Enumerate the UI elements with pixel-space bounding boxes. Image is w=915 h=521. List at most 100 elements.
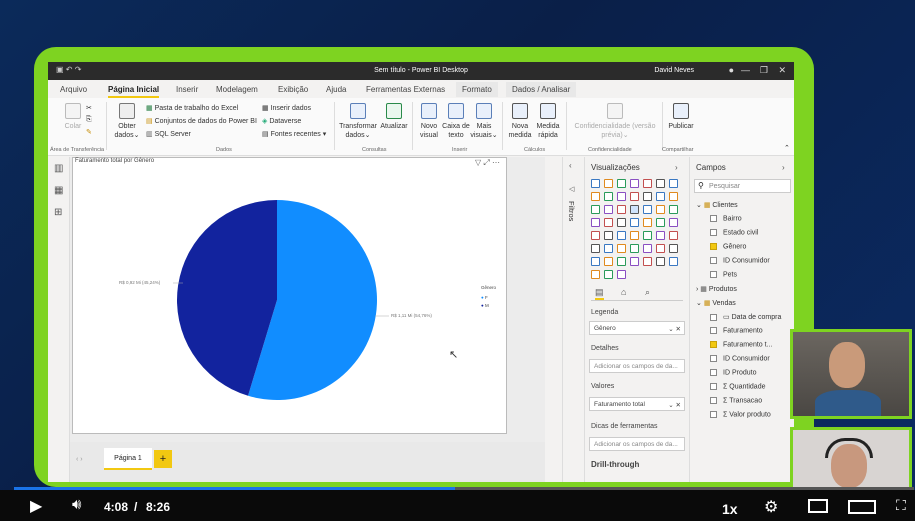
field-checkbox[interactable] xyxy=(710,411,717,418)
visual-type-icon[interactable] xyxy=(591,244,600,253)
enter-data-button[interactable]: ▦ Inserir dados xyxy=(262,104,311,112)
data-view-icon[interactable]: ▦ xyxy=(54,185,63,196)
format-paint-icon[interactable]: ⌂ xyxy=(621,287,626,297)
visual-type-icon[interactable] xyxy=(591,192,600,201)
field-item[interactable]: Bairro xyxy=(710,215,742,222)
tab-inserir[interactable]: Inserir xyxy=(176,85,198,94)
visual-type-icon[interactable] xyxy=(669,257,678,266)
visual-type-icon[interactable] xyxy=(656,192,665,201)
new-visual-button[interactable]: Novo visual xyxy=(416,103,442,140)
field-item[interactable]: Gênero xyxy=(710,243,746,250)
field-item[interactable]: Faturamento t... xyxy=(710,341,772,348)
field-checkbox[interactable] xyxy=(710,271,717,278)
field-item[interactable]: Faturamento xyxy=(710,327,763,334)
visual-type-icon[interactable] xyxy=(617,179,626,188)
field-item[interactable]: ID Consumidor xyxy=(710,257,770,264)
details-well[interactable]: Adicionar os campos de da... xyxy=(589,359,685,373)
analytics-icon[interactable]: ⌕ xyxy=(645,287,650,298)
visual-type-icon[interactable] xyxy=(617,192,626,201)
field-checkbox[interactable] xyxy=(710,243,717,250)
field-item[interactable]: ▭ Data de compra xyxy=(710,313,781,321)
visual-type-icon[interactable] xyxy=(604,218,613,227)
table-node[interactable]: ⌄ ▦ Clientes xyxy=(696,201,738,209)
field-checkbox[interactable] xyxy=(710,341,717,348)
visual-type-icon[interactable] xyxy=(591,270,600,279)
field-item[interactable]: Σ Quantidade xyxy=(710,383,765,390)
collapse-ribbon-icon[interactable]: ⌃ xyxy=(784,144,790,152)
pie-visual-type-icon[interactable] xyxy=(630,205,639,214)
visual-type-icon[interactable] xyxy=(617,218,626,227)
visual-type-icon[interactable] xyxy=(643,205,652,214)
visual-type-icon[interactable] xyxy=(591,205,600,214)
field-item[interactable]: ID Produto xyxy=(710,369,756,376)
tab-dados-analisar[interactable]: Dados / Analisar xyxy=(506,82,577,97)
visual-type-icon[interactable] xyxy=(591,179,600,188)
fields-wells-icon[interactable]: ▤ xyxy=(595,287,604,300)
legend-item-f[interactable]: ● F xyxy=(481,295,488,300)
model-view-icon[interactable]: ⊞ xyxy=(54,207,62,218)
visual-type-icon[interactable] xyxy=(643,231,652,240)
field-item[interactable]: Σ Valor produto xyxy=(710,411,771,418)
visual-type-icon[interactable] xyxy=(669,231,678,240)
chevron-down-icon[interactable]: ⌄ xyxy=(696,300,704,307)
field-checkbox[interactable] xyxy=(710,257,717,264)
tab-formato[interactable]: Formato xyxy=(456,82,498,97)
tab-modelagem[interactable]: Modelagem xyxy=(216,85,258,94)
visual-type-icon[interactable] xyxy=(617,231,626,240)
volume-icon[interactable]: 🔊︎ xyxy=(72,496,81,513)
visual-type-icon[interactable] xyxy=(591,231,600,240)
settings-gear-icon[interactable]: ⚙ xyxy=(764,497,778,517)
visual-type-icon[interactable] xyxy=(643,192,652,201)
visual-type-icon[interactable] xyxy=(643,218,652,227)
legend-item-m[interactable]: ● M xyxy=(481,303,489,308)
visual-type-icon[interactable] xyxy=(669,244,678,253)
visual-type-icon[interactable] xyxy=(656,257,665,266)
field-checkbox[interactable] xyxy=(710,397,717,404)
visual-type-icon[interactable] xyxy=(630,244,639,253)
visual-type-icon[interactable] xyxy=(591,218,600,227)
collapse-viz-icon[interactable]: › xyxy=(675,163,678,172)
add-page-button[interactable]: + xyxy=(154,450,172,468)
datasets-button[interactable]: ▤ Conjuntos de dados do Power BI xyxy=(146,117,257,125)
transform-button[interactable]: Transformar dados⌄ xyxy=(338,103,378,140)
field-checkbox[interactable] xyxy=(710,355,717,362)
visual-type-icon[interactable] xyxy=(630,179,639,188)
play-icon[interactable]: ▶ xyxy=(30,496,42,516)
tooltips-well[interactable]: Adicionar os campos de da... xyxy=(589,437,685,451)
textbox-button[interactable]: Caixa de texto xyxy=(442,103,470,140)
recent-sources-button[interactable]: ▤ Fontes recentes ▾ xyxy=(262,130,326,138)
visual-type-icon[interactable] xyxy=(669,179,678,188)
visual-type-icon[interactable] xyxy=(617,270,626,279)
values-well-remove-icon[interactable]: ⌄ ✕ xyxy=(668,401,681,409)
theater-icon[interactable] xyxy=(848,500,876,514)
tab-ferramentas-externas[interactable]: Ferramentas Externas xyxy=(366,85,445,94)
field-checkbox[interactable] xyxy=(710,383,717,390)
toggle-icon[interactable]: ● xyxy=(729,65,734,75)
fullscreen-icon[interactable]: ⛶ xyxy=(896,497,906,514)
fields-search[interactable]: ⚲ Pesquisar xyxy=(694,179,791,193)
page-tab-1[interactable]: Página 1 xyxy=(104,448,152,470)
visual-type-icon[interactable] xyxy=(630,231,639,240)
visual-type-icon[interactable] xyxy=(604,205,613,214)
more-visuals-button[interactable]: Mais visuais⌄ xyxy=(470,103,498,140)
visual-type-icon[interactable] xyxy=(656,179,665,188)
dataverse-button[interactable]: ◈ Dataverse xyxy=(262,117,301,125)
user-name[interactable]: David Neves xyxy=(654,67,694,74)
visual-type-icon[interactable] xyxy=(669,218,678,227)
new-measure-button[interactable]: Nova medida xyxy=(506,103,534,140)
visual-type-icon[interactable] xyxy=(630,257,639,266)
publish-button[interactable]: Publicar xyxy=(664,103,698,131)
visual-type-icon[interactable] xyxy=(643,179,652,188)
tab-pagina-inicial[interactable]: Página Inicial xyxy=(108,85,160,98)
copy-icon[interactable]: ⎘ xyxy=(86,116,92,124)
visual-type-icon[interactable] xyxy=(643,257,652,266)
minimize-icon[interactable]: — xyxy=(741,65,750,75)
visual-type-icon[interactable] xyxy=(669,205,678,214)
expand-filters-icon[interactable]: ‹ xyxy=(569,161,572,170)
visual-type-icon[interactable] xyxy=(617,257,626,266)
legend-well-remove-icon[interactable]: ⌄ ✕ xyxy=(668,325,681,333)
get-data-button[interactable]: Obter dados⌄ xyxy=(112,103,142,140)
restore-icon[interactable]: ❐ xyxy=(760,65,768,76)
table-node[interactable]: › ▦ Produtos xyxy=(696,285,737,293)
paste-button[interactable]: Colar xyxy=(58,103,88,131)
